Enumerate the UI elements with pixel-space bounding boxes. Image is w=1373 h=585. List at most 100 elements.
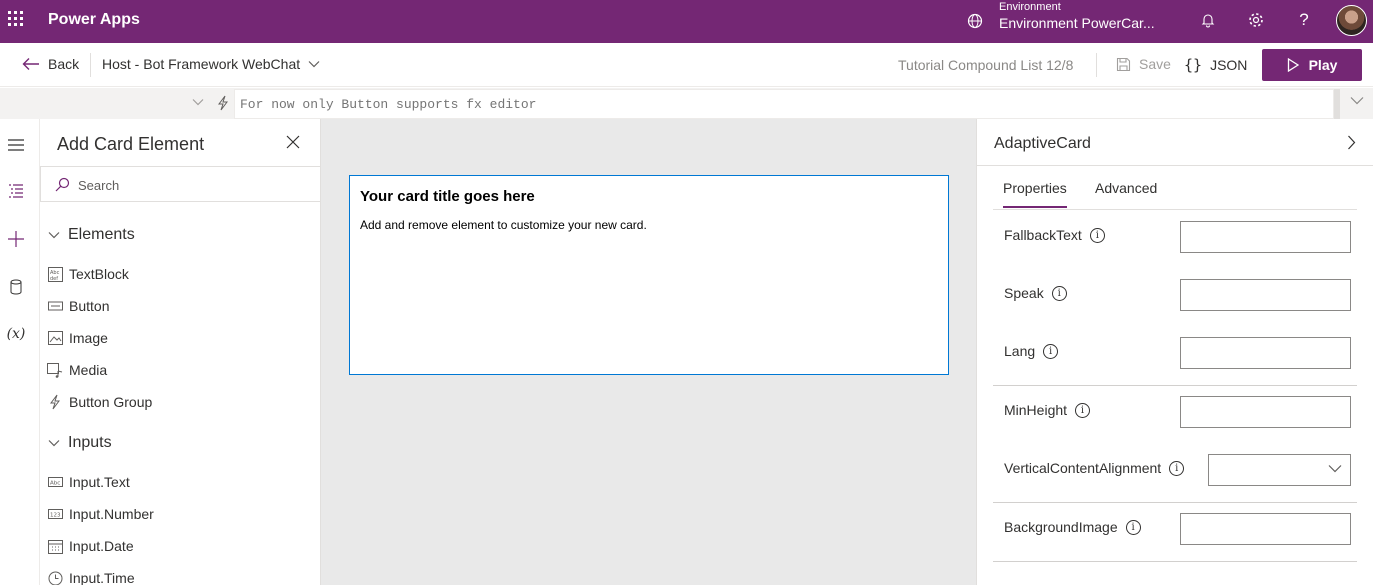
formula-input[interactable] (234, 89, 1334, 119)
tab-advanced[interactable]: Advanced (1095, 180, 1157, 196)
chevron-down-icon (48, 440, 60, 447)
avatar[interactable] (1336, 5, 1367, 36)
save-label: Save (1139, 56, 1171, 72)
bell-icon[interactable] (1198, 10, 1218, 30)
input-text-icon: Abc (47, 474, 63, 490)
chevron-right-icon[interactable] (1347, 135, 1356, 150)
variables-icon[interactable]: (𝑥) (6, 324, 26, 344)
input-number-icon: 123 (47, 506, 63, 522)
media-icon (47, 362, 63, 378)
help-icon[interactable]: ? (1294, 10, 1314, 30)
info-icon[interactable]: i (1051, 285, 1067, 301)
item-label: TextBlock (69, 266, 129, 282)
field-label: MinHeight (1004, 402, 1068, 418)
info-icon[interactable]: i (1089, 227, 1105, 243)
hamburger-icon[interactable] (6, 135, 26, 155)
properties-title: AdaptiveCard (994, 135, 1091, 152)
svg-text:123: 123 (50, 513, 61, 519)
list-item[interactable]: Media (47, 362, 107, 378)
list-item[interactable]: Input.Date (47, 538, 134, 554)
list-item[interactable]: Abc def TextBlock (47, 266, 129, 282)
fallbacktext-input[interactable] (1180, 221, 1351, 253)
panel-title: Add Card Element (57, 134, 205, 154)
host-dropdown-label: Host - Bot Framework WebChat (102, 56, 301, 72)
minheight-input[interactable] (1180, 396, 1351, 428)
divider (993, 502, 1357, 503)
add-card-element-panel: Add Card Element Search Elements Abc def … (40, 119, 321, 585)
info-icon[interactable]: i (1125, 519, 1141, 535)
divider (1096, 53, 1097, 77)
field-minheight: MinHeight i (1004, 402, 1091, 418)
field-label: Lang (1004, 343, 1036, 359)
group-elements[interactable]: Elements (48, 226, 135, 244)
card-body-text[interactable]: Add and remove element to customize your… (360, 218, 647, 232)
card-title[interactable]: Your card title goes here (360, 188, 535, 205)
close-icon[interactable] (286, 135, 300, 149)
item-label: Input.Number (69, 506, 154, 522)
list-item[interactable]: 123 Input.Number (47, 506, 154, 522)
app-title[interactable]: Power Apps (48, 11, 140, 29)
group-inputs[interactable]: Inputs (48, 434, 112, 452)
field-backgroundimage: BackgroundImage i (1004, 519, 1141, 535)
arrow-left-icon (22, 58, 39, 70)
list-item[interactable]: Abc Input.Text (47, 474, 130, 490)
search-placeholder: Search (78, 178, 120, 193)
field-label: BackgroundImage (1004, 519, 1118, 535)
button-icon (47, 298, 63, 314)
speak-input[interactable] (1180, 279, 1351, 311)
chevron-down-icon (48, 232, 60, 239)
list-item[interactable]: Button (47, 298, 109, 314)
field-lang: Lang i (1004, 343, 1059, 359)
field-label: Speak (1004, 285, 1044, 301)
app-launcher-icon[interactable] (8, 11, 24, 27)
info-icon[interactable]: i (1075, 402, 1091, 418)
verticalcontentalignment-select[interactable] (1208, 454, 1351, 486)
field-label: VerticalContentAlignment (1004, 460, 1162, 476)
info-icon[interactable]: i (1169, 460, 1185, 476)
item-label: Input.Time (69, 570, 135, 585)
clock-icon (47, 570, 63, 585)
field-speak: Speak i (1004, 285, 1067, 301)
group-label: Elements (68, 226, 135, 243)
tree-view-icon[interactable] (6, 181, 26, 201)
database-icon[interactable] (6, 277, 26, 297)
list-item[interactable]: Button Group (47, 394, 152, 410)
divider (90, 53, 91, 77)
play-button[interactable]: Play (1262, 49, 1362, 81)
chevron-down-icon (308, 61, 320, 68)
item-label: Image (69, 330, 108, 346)
backgroundimage-input[interactable] (1180, 513, 1351, 545)
list-item[interactable]: Input.Time (47, 570, 135, 585)
textblock-icon: Abc def (47, 266, 63, 282)
json-button[interactable]: {} JSON (1184, 56, 1247, 74)
chevron-down-icon (1328, 465, 1342, 473)
design-canvas[interactable]: Your card title goes here Add and remove… (321, 119, 976, 585)
svg-text:Abc: Abc (50, 481, 60, 487)
info-icon[interactable]: i (1043, 343, 1059, 359)
plus-icon[interactable] (6, 229, 26, 249)
environment-label: Environment (999, 1, 1061, 13)
divider (977, 165, 1373, 166)
back-label: Back (48, 56, 80, 72)
formula-scrollbar[interactable] (1334, 89, 1340, 119)
environment-name[interactable]: Environment PowerCar... (999, 15, 1155, 31)
host-dropdown[interactable]: Host - Bot Framework WebChat (102, 56, 320, 72)
tab-properties[interactable]: Properties (1003, 180, 1067, 208)
gear-icon[interactable] (1246, 10, 1266, 30)
lang-input[interactable] (1180, 337, 1351, 369)
group-label: Inputs (68, 434, 112, 451)
lightning-icon (218, 95, 228, 111)
chevron-down-icon[interactable] (1350, 96, 1364, 105)
back-button[interactable]: Back (22, 56, 79, 72)
adaptive-card-preview[interactable]: Your card title goes here Add and remove… (349, 175, 949, 375)
divider (993, 209, 1357, 210)
divider (993, 561, 1357, 562)
save-button[interactable]: Save (1116, 56, 1171, 72)
search-input[interactable]: Search (40, 166, 320, 202)
json-label: JSON (1210, 57, 1248, 73)
chevron-down-icon (192, 99, 204, 106)
property-dropdown[interactable] (10, 92, 210, 118)
properties-panel: AdaptiveCard Properties Advanced Fallbac… (976, 119, 1373, 585)
list-item[interactable]: Image (47, 330, 108, 346)
formula-bar (0, 88, 1373, 119)
